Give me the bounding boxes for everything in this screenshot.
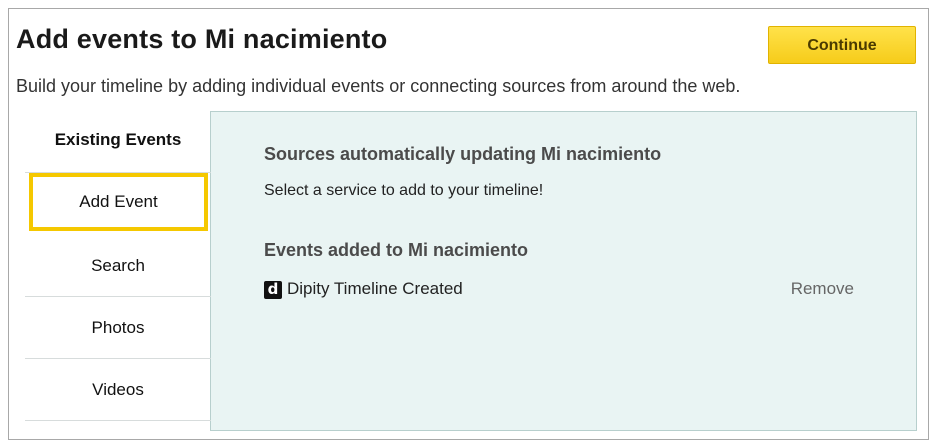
page-subtitle: Build your timeline by adding individual… [16,76,741,96]
sidebar: Existing Events Add Event Search Photos … [25,111,211,431]
continue-button[interactable]: Continue [768,26,916,64]
sidebar-item-search[interactable]: Search [25,235,211,297]
dipity-logo-icon: d [264,281,282,299]
sidebar-item-videos[interactable]: Videos [25,359,211,421]
event-label: Dipity Timeline Created [287,279,463,298]
sources-title: Sources automatically updating Mi nacimi… [264,144,662,164]
page-title: Add events to Mi nacimiento [16,24,388,54]
sources-text: Select a service to add to your timeline… [264,182,544,199]
sidebar-item-add-event[interactable]: Add Event [29,173,208,231]
sidebar-item-photos[interactable]: Photos [25,297,211,359]
event-row: d Dipity Timeline Created Remove [264,279,854,303]
events-title: Events added to Mi nacimiento [264,240,529,260]
sidebar-item-existing-events[interactable]: Existing Events [25,111,211,173]
remove-event-link[interactable]: Remove [791,279,854,299]
